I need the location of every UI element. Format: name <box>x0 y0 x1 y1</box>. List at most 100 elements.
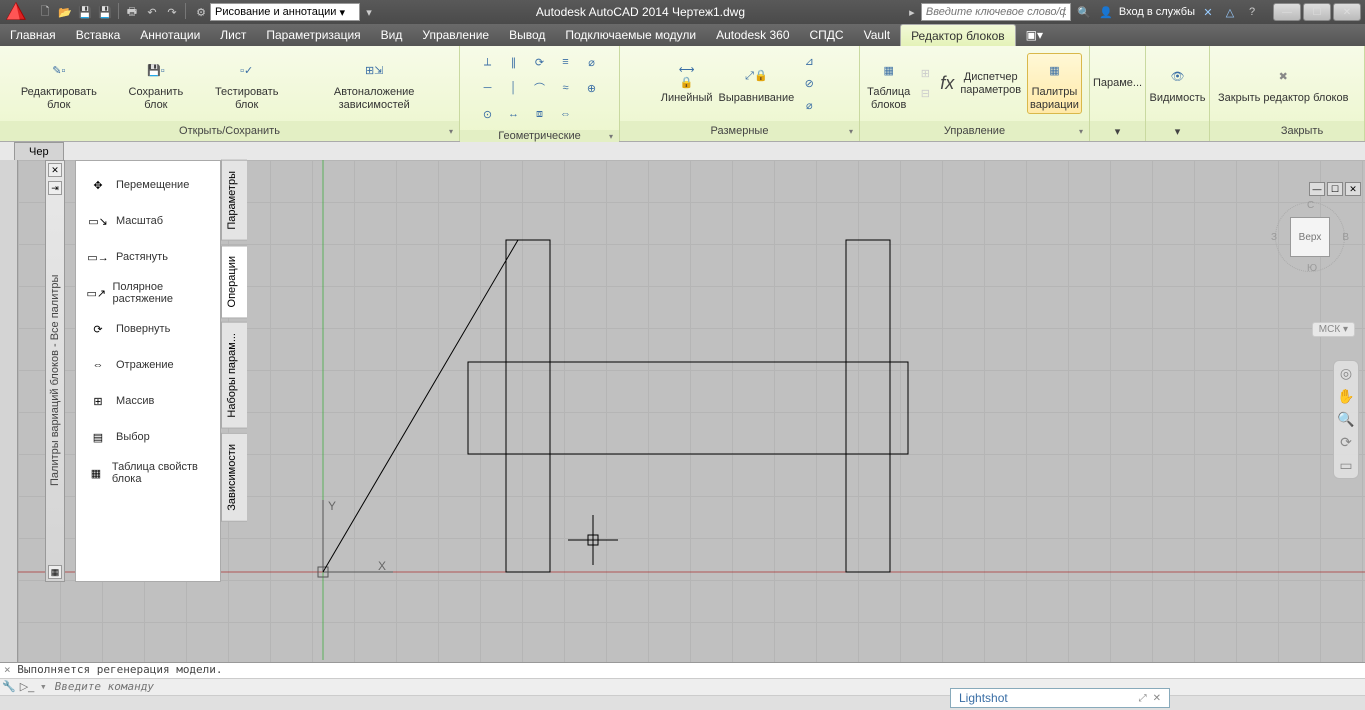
title-chevron-icon[interactable]: ▸ <box>903 3 921 21</box>
align-button[interactable]: ⤢🔒Выравнивание <box>719 62 795 104</box>
constraint-icon[interactable]: ⊙ <box>476 102 500 126</box>
menu-item[interactable]: Вид <box>371 24 413 46</box>
save-icon[interactable]: 💾 <box>76 3 94 21</box>
side-tab-parameters[interactable]: Параметры <box>221 160 247 241</box>
panel-title[interactable]: Геометрические <box>460 130 619 142</box>
dim-icon[interactable]: ⌀ <box>800 97 818 115</box>
side-tab-constraints[interactable]: Зависимости <box>221 433 247 522</box>
lightshot-close-icon[interactable]: ✕ <box>1153 693 1161 704</box>
qat-dropdown-icon[interactable]: ▾ <box>360 3 378 21</box>
auto-constrain-button[interactable]: ⊞⇲Автоналожение зависимостей <box>297 56 451 110</box>
wrench-icon[interactable]: 🔧 <box>0 680 18 693</box>
redo-icon[interactable]: ↷ <box>163 3 181 21</box>
palette-pin-icon[interactable]: ⇥ <box>48 181 62 195</box>
palette-item-stretch[interactable]: ▭→Растянуть <box>84 241 212 273</box>
app-logo[interactable] <box>0 0 32 24</box>
close-button[interactable]: ✕ <box>1333 3 1361 21</box>
menu-item[interactable]: Vault <box>854 24 900 46</box>
constraint-icon[interactable]: ⇔ <box>554 102 578 126</box>
constraint-icon[interactable]: ⟂ <box>476 50 500 74</box>
undo-icon[interactable]: ↶ <box>143 3 161 21</box>
menu-item[interactable]: Главная <box>0 24 66 46</box>
help-icon[interactable]: ? <box>1243 3 1261 21</box>
constraint-icon[interactable]: ⌒ <box>528 76 552 100</box>
steering-wheel-icon[interactable]: ◎ <box>1340 365 1352 382</box>
constraint-icon[interactable]: │ <box>502 76 526 100</box>
cloud-icon[interactable]: △ <box>1221 3 1239 21</box>
menu-overflow-icon[interactable]: ▣▾ <box>1016 24 1053 46</box>
palette-item-scale[interactable]: ▭↘Масштаб <box>84 205 212 237</box>
menu-item[interactable]: Autodesk 360 <box>706 24 799 46</box>
vp-close-button[interactable]: ✕ <box>1345 182 1361 196</box>
palette-titlebar[interactable]: ✕ ⇥ Палитры вариаций блоков - Все палитр… <box>45 160 65 582</box>
ucs-badge[interactable]: МСК ▾ <box>1312 322 1355 337</box>
menu-item[interactable]: Вывод <box>499 24 555 46</box>
param-manager-button[interactable]: Диспетчер параметров <box>960 71 1021 95</box>
vp-minimize-button[interactable]: — <box>1309 182 1325 196</box>
side-tab-paramsets[interactable]: Наборы парам... <box>221 322 247 429</box>
constraint-icon[interactable]: ⊕ <box>580 76 604 100</box>
plot-icon[interactable]: 🖶 <box>123 3 141 21</box>
maximize-button[interactable]: ☐ <box>1303 3 1331 21</box>
palette-item-rotate[interactable]: ⟳Повернуть <box>84 313 212 345</box>
edit-block-button[interactable]: ✎▫Редактировать блок <box>8 56 110 110</box>
menu-item[interactable]: Вставка <box>66 24 131 46</box>
minimize-button[interactable]: — <box>1273 3 1301 21</box>
constraint-toggle-icon[interactable]: ⊞ <box>916 65 934 83</box>
search-input[interactable] <box>921 3 1071 21</box>
menu-item-block-editor[interactable]: Редактор блоков <box>900 24 1016 46</box>
constraint-icon[interactable]: ⟳ <box>528 50 552 74</box>
menu-item[interactable]: СПДС <box>800 24 854 46</box>
saveas-icon[interactable]: 💾 <box>96 3 114 21</box>
new-icon[interactable]: 🗋 <box>36 3 54 21</box>
menu-item[interactable]: Управление <box>412 24 499 46</box>
palette-item-array[interactable]: ⊞Массив <box>84 385 212 417</box>
user-icon[interactable]: 👤 <box>1097 3 1115 21</box>
showmotion-icon[interactable]: ▭ <box>1339 457 1352 474</box>
exchange-icon[interactable]: ✕ <box>1199 3 1217 21</box>
constraint-icon[interactable]: ≡ <box>554 50 578 74</box>
constraint-icon[interactable]: ≈ <box>554 76 578 100</box>
view-cube[interactable]: Верх С Ю В З <box>1275 202 1345 272</box>
palette-item-polar-stretch[interactable]: ▭↗Полярное растяжение <box>84 277 212 309</box>
vp-maximize-button[interactable]: ☐ <box>1327 182 1343 196</box>
block-table-button[interactable]: ▦Таблица блоков <box>867 56 910 110</box>
test-block-button[interactable]: ▫✓Тестировать блок <box>202 56 291 110</box>
lightshot-pin-icon[interactable]: ⤢ <box>1139 693 1147 704</box>
constraint-icon[interactable]: ⧈ <box>528 102 552 126</box>
palette-close-icon[interactable]: ✕ <box>48 163 62 177</box>
palette-item-move[interactable]: ✥Перемещение <box>84 169 212 201</box>
menu-item[interactable]: Аннотации <box>130 24 210 46</box>
signin-link[interactable]: Вход в службы <box>1119 6 1195 18</box>
save-block-button[interactable]: 💾▫Сохранить блок <box>116 56 196 110</box>
panel-title[interactable]: Открыть/Сохранить <box>0 121 459 141</box>
palette-item-lookup[interactable]: ▤Выбор <box>84 421 212 453</box>
workspace-selector[interactable]: Рисование и аннотации ▾ <box>210 3 360 21</box>
variation-palettes-button[interactable]: ▦Палитры вариации <box>1027 53 1082 113</box>
menu-item[interactable]: Лист <box>210 24 256 46</box>
search-icon[interactable]: 🔍 <box>1075 3 1093 21</box>
constraint-toggle-icon[interactable]: ⊟ <box>916 85 934 103</box>
menu-item[interactable]: Подключаемые модули <box>555 24 706 46</box>
lightshot-overlay[interactable]: Lightshot ⤢✕ <box>950 688 1170 708</box>
constraint-icon[interactable]: ↔ <box>502 102 526 126</box>
panel-dropdown-icon[interactable]: ▾ <box>1146 121 1209 141</box>
visibility-dropdown[interactable]: 👁Видимость <box>1150 62 1206 104</box>
dim-icon[interactable]: ⊘ <box>800 75 818 93</box>
dim-icon[interactable]: ⊿ <box>800 53 818 71</box>
constraint-icon[interactable]: ∥ <box>502 50 526 74</box>
pan-icon[interactable]: ✋ <box>1337 388 1354 405</box>
linear-button[interactable]: ⟷🔒Линейный <box>661 62 713 104</box>
menu-item[interactable]: Параметризация <box>256 24 370 46</box>
constraint-icon[interactable]: ─ <box>476 76 500 100</box>
parameters-dropdown[interactable]: Параме... <box>1093 77 1142 89</box>
open-icon[interactable]: 📂 <box>56 3 74 21</box>
constraint-icon[interactable]: ⌀ <box>580 50 604 74</box>
palette-item-block-props[interactable]: ▦Таблица свойств блока <box>84 457 212 489</box>
zoom-icon[interactable]: 🔍 <box>1337 411 1354 428</box>
close-block-editor-button[interactable]: ✖Закрыть редактор блоков <box>1218 62 1348 104</box>
panel-dropdown-icon[interactable]: ▾ <box>1090 121 1145 141</box>
panel-title[interactable]: Управление <box>860 121 1089 141</box>
orbit-icon[interactable]: ⟳ <box>1340 434 1352 451</box>
palette-menu-icon[interactable]: ▦ <box>48 565 62 579</box>
